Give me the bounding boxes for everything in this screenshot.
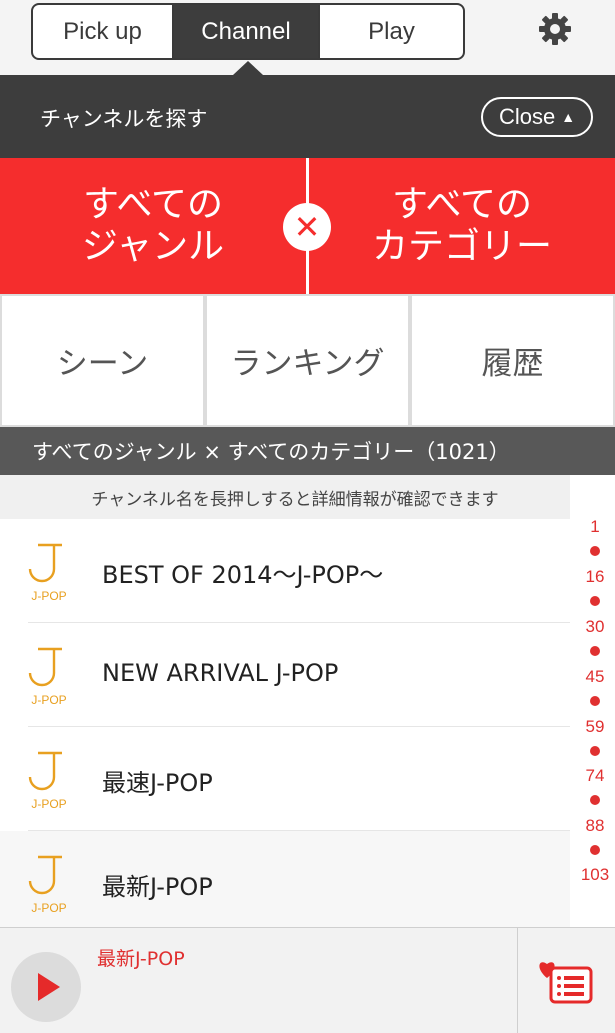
list-item[interactable]: J-POP 最新J-POP	[0, 831, 570, 935]
play-button[interactable]	[11, 952, 81, 1022]
category-selector[interactable]: すべての カテゴリー	[309, 158, 615, 294]
j-letter-icon	[28, 751, 62, 791]
j-letter-icon	[28, 855, 62, 895]
list-item[interactable]: J-POP BEST OF 2014〜J-POP〜	[0, 519, 570, 623]
long-press-hint: チャンネル名を長押しすると詳細情報が確認できます	[0, 475, 570, 519]
index-number[interactable]: 30	[575, 617, 615, 637]
jpop-logo-icon: J-POP	[24, 645, 74, 711]
now-playing-title: 最新J-POP	[97, 948, 185, 970]
tab-play[interactable]: Play	[320, 5, 463, 58]
cross-icon: ✕	[283, 203, 331, 251]
channel-name: 最新J-POP	[102, 873, 213, 901]
tab-pick-up[interactable]: Pick up	[33, 5, 174, 58]
channel-list: J-POP BEST OF 2014〜J-POP〜 J-POP NEW ARRI…	[0, 519, 570, 935]
index-number[interactable]: 88	[575, 816, 615, 836]
logo-label: J-POP	[31, 797, 67, 811]
index-dot	[590, 546, 600, 556]
index-number[interactable]: 45	[575, 667, 615, 687]
channel-name: BEST OF 2014〜J-POP〜	[102, 561, 384, 589]
list-item[interactable]: J-POP NEW ARRIVAL J-POP	[0, 623, 570, 727]
active-tab-caret	[233, 61, 263, 75]
player-bar: 最新J-POP	[0, 927, 615, 1033]
index-number[interactable]: 16	[575, 567, 615, 587]
jpop-logo-icon: J-POP	[24, 749, 74, 815]
index-dot	[590, 646, 600, 656]
play-icon	[38, 973, 60, 1001]
logo-label: J-POP	[31, 901, 67, 915]
category-line-2: カテゴリー	[371, 226, 552, 267]
list-item[interactable]: J-POP 最速J-POP	[0, 727, 570, 831]
j-letter-icon	[28, 543, 62, 583]
genre-category-selector: すべての ジャンル すべての カテゴリー ✕	[0, 158, 615, 294]
tab-ranking[interactable]: ランキング	[207, 296, 408, 425]
channel-name: NEW ARRIVAL J-POP	[102, 659, 339, 687]
tab-channel[interactable]: Channel	[174, 5, 320, 58]
genre-line-2: ジャンル	[81, 226, 225, 267]
logo-label: J-POP	[31, 693, 67, 707]
index-scroller[interactable]: 1 16 30 45 59 74 88 103	[575, 515, 615, 927]
genre-selector[interactable]: すべての ジャンル	[0, 158, 306, 294]
search-title: チャンネルを探す	[40, 107, 208, 131]
tab-history[interactable]: 履歴	[412, 296, 613, 425]
divider	[517, 928, 518, 1033]
genre-line-1: すべての	[82, 184, 224, 225]
index-number[interactable]: 59	[575, 717, 615, 737]
index-dot	[590, 696, 600, 706]
channel-name: 最速J-POP	[102, 769, 213, 797]
index-dot	[590, 795, 600, 805]
tab-scene[interactable]: シーン	[2, 296, 203, 425]
triangle-up-icon: ▲	[561, 109, 576, 125]
index-dot	[590, 596, 600, 606]
sub-tabs: シーン ランキング 履歴	[0, 294, 615, 427]
index-dot	[590, 845, 600, 855]
close-button[interactable]: Close ▲	[481, 97, 593, 137]
j-letter-icon	[28, 647, 62, 687]
top-bar: Pick up Channel Play	[0, 0, 615, 75]
close-label: Close	[498, 104, 556, 129]
jpop-logo-icon: J-POP	[24, 853, 74, 919]
segmented-control: Pick up Channel Play	[31, 3, 465, 60]
channel-search-header: チャンネルを探す Close ▲	[0, 75, 615, 158]
index-number[interactable]: 103	[575, 865, 615, 885]
jpop-logo-icon: J-POP	[24, 541, 74, 607]
logo-label: J-POP	[31, 589, 67, 603]
index-number[interactable]: 74	[575, 766, 615, 786]
index-number[interactable]: 1	[575, 517, 615, 537]
gear-icon[interactable]	[536, 10, 574, 48]
result-header: すべてのジャンル × すべてのカテゴリー（1021）	[0, 427, 615, 475]
index-dot	[590, 746, 600, 756]
category-line-1: すべての	[391, 184, 533, 225]
favorite-list-icon[interactable]	[533, 956, 593, 1006]
